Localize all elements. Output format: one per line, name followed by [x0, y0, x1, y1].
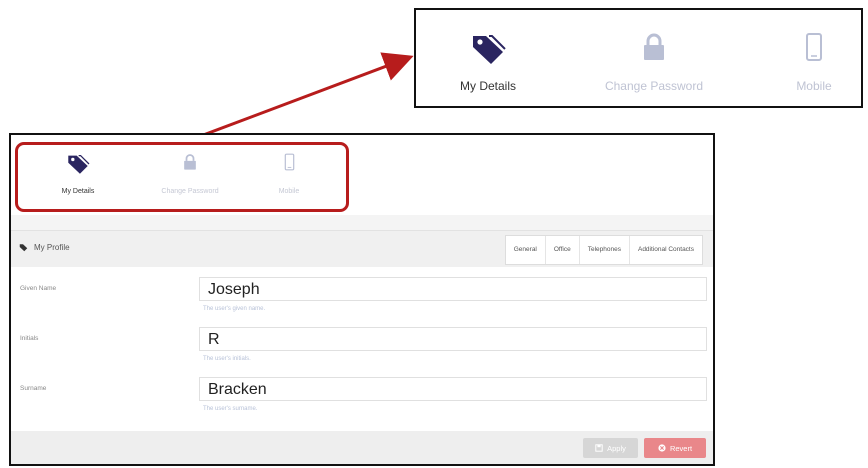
field-hint: The user's surname.	[203, 406, 258, 412]
panel-header: My Profile General Office Telephones Add…	[11, 230, 713, 268]
field-hint: The user's initials.	[203, 356, 251, 362]
surname-input[interactable]: Bracken	[199, 377, 707, 401]
form-row-initials: Initials R The user's initials.	[11, 327, 713, 379]
field-hint: The user's given name.	[203, 306, 266, 312]
panel-title: My Profile	[19, 243, 70, 252]
mobile-icon	[806, 33, 822, 61]
callout-tab-my-details[interactable]: My Details	[418, 10, 558, 106]
callout-tab-change-password[interactable]: Change Password	[584, 10, 724, 106]
panel-title-text: My Profile	[34, 243, 70, 252]
tag-icon	[473, 35, 506, 64]
apply-label: Apply	[607, 443, 626, 453]
section-tabs: General Office Telephones Additional Con…	[504, 235, 703, 265]
profile-panel: My Profile General Office Telephones Add…	[11, 215, 713, 464]
profile-form: Given Name Joseph The user's given name.…	[11, 267, 713, 435]
form-row-given-name: Given Name Joseph The user's given name.	[11, 277, 713, 329]
tab-telephones[interactable]: Telephones	[580, 236, 630, 264]
tag-icon	[19, 244, 28, 252]
field-label: Initials	[20, 335, 39, 342]
profile-screenshot: My Details Change Password Mobile My Pro…	[9, 133, 715, 466]
given-name-input[interactable]: Joseph	[199, 277, 707, 301]
revert-label: Revert	[669, 443, 693, 453]
lock-icon	[644, 33, 664, 60]
field-label: Given Name	[20, 285, 57, 292]
tab-general[interactable]: General	[506, 236, 546, 264]
revert-button[interactable]: Revert	[644, 438, 706, 458]
field-label: Surname	[20, 385, 47, 392]
tab-office[interactable]: Office	[546, 236, 580, 264]
form-footer: Apply Revert	[11, 431, 713, 464]
callout-tab-label: My Details	[459, 79, 516, 93]
initials-input[interactable]: R	[199, 327, 707, 351]
tab-highlight-box	[15, 142, 349, 212]
callout-tab-label: Change Password	[604, 79, 704, 93]
apply-button[interactable]: Apply	[583, 438, 638, 458]
form-row-surname: Surname Bracken The user's surname.	[11, 377, 713, 429]
save-icon	[595, 444, 603, 452]
revert-icon	[658, 444, 666, 452]
tab-bar: My Details Change Password Mobile	[11, 135, 713, 213]
zoomed-tab-callout: My Details Change Password Mobile	[414, 8, 863, 108]
tab-additional-contacts[interactable]: Additional Contacts	[630, 236, 702, 264]
callout-tab-mobile[interactable]: Mobile	[768, 10, 860, 106]
callout-tab-label: Mobile	[796, 79, 832, 93]
